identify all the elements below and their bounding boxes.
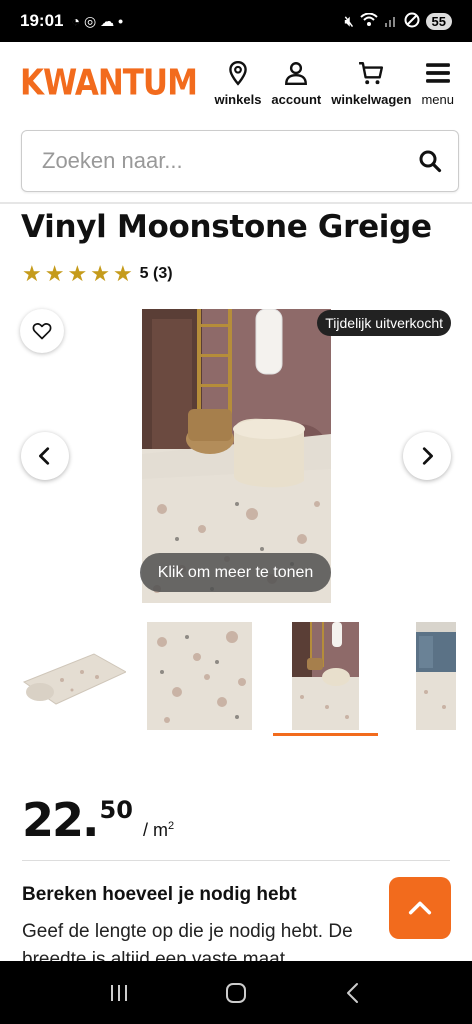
nav-winkels-label: winkels [214, 91, 262, 107]
star-icon: ★ [67, 261, 88, 286]
site-header: KWANTUM winkels account winkelwagen menu [0, 42, 472, 124]
do-not-disturb-icon [404, 12, 420, 31]
calculator-text: Geef de lengte op die je nodig hebt. De … [22, 921, 353, 962]
nav-winkelwagen-label: winkelwagen [331, 91, 412, 107]
dot-icon: • [118, 13, 124, 29]
price-unit: / m2 [143, 820, 174, 841]
search-icon[interactable] [418, 149, 442, 173]
thumbnail-3[interactable] [292, 622, 359, 730]
user-icon [285, 61, 308, 85]
hamburger-menu-icon [425, 62, 450, 83]
star-icon: ★ [90, 261, 110, 286]
thumbnail-1[interactable] [22, 622, 126, 730]
chevron-right-icon [422, 447, 433, 465]
header-nav: winkels account winkelwagen menu [214, 60, 454, 107]
product-title: Vinyl Moonstone Greige [21, 209, 432, 245]
notification-icon: ◎ [83, 12, 97, 29]
location-pin-icon [229, 60, 247, 86]
star-icon: ★ [44, 261, 65, 286]
nav-winkels[interactable]: winkels [214, 60, 261, 107]
recent-apps-icon[interactable] [106, 980, 132, 1006]
thumbnail-4[interactable] [416, 622, 456, 730]
thumbnail-strip [0, 622, 472, 740]
calculator-title: Bereken hoeveel je nodig hebt [22, 884, 297, 905]
divider [22, 860, 450, 861]
scroll-to-top-button[interactable] [389, 877, 451, 939]
product-rating[interactable]: ★ ★ ★ ★ ★ 5 (3) [22, 261, 173, 286]
search-bar [21, 130, 459, 192]
divider [0, 202, 472, 204]
heart-icon [32, 323, 52, 340]
notification-icons: ◔ ◎ ☁ • [71, 13, 123, 30]
status-time: 19:01 [20, 11, 64, 30]
chevron-left-icon [39, 447, 50, 465]
kwantum-logo[interactable]: KWANTUM [20, 62, 198, 103]
star-icon: ★ [112, 261, 133, 286]
product-price: 22. 50 [22, 795, 133, 845]
system-navigation-bar [0, 961, 472, 1024]
system-icons: 🔇︎ 55 [345, 12, 452, 31]
price-main: 22. [22, 793, 99, 847]
nav-account-label: account [271, 91, 322, 107]
price-cents: 50 [99, 796, 133, 824]
mute-icon: 🔇︎ [344, 12, 354, 29]
back-icon[interactable] [340, 980, 366, 1006]
signal-icon [384, 13, 398, 30]
show-more-button[interactable]: Klik om meer te tonen [140, 553, 331, 592]
active-thumbnail-indicator [273, 733, 378, 736]
gallery-next-button[interactable] [403, 432, 451, 480]
star-icon: ★ [22, 261, 42, 286]
battery-indicator: 55 [425, 12, 452, 30]
cloud-icon: ☁ [100, 12, 115, 29]
wifi-icon [359, 12, 378, 30]
chevron-up-icon [408, 901, 432, 915]
price-unit-sup: 2 [168, 820, 175, 832]
price-unit-text: / m [143, 820, 168, 840]
rating-value: 5 (3) [139, 265, 173, 282]
search-input[interactable] [42, 148, 418, 174]
nav-account[interactable]: account [271, 60, 321, 107]
status-bar: 19:01 ◔ ◎ ☁ • 🔇︎ 55 [0, 0, 472, 42]
home-icon[interactable] [223, 980, 249, 1006]
cart-icon [359, 61, 384, 84]
nav-menu-label: menu [421, 91, 454, 107]
notification-icon: ◔ [71, 13, 80, 29]
wishlist-button[interactable] [20, 309, 64, 353]
out-of-stock-badge: Tijdelijk uitverkocht [317, 310, 451, 336]
gallery-prev-button[interactable] [21, 432, 69, 480]
nav-winkelwagen[interactable]: winkelwagen [331, 60, 411, 107]
nav-menu[interactable]: menu [421, 60, 454, 107]
thumbnail-2[interactable] [147, 622, 252, 730]
